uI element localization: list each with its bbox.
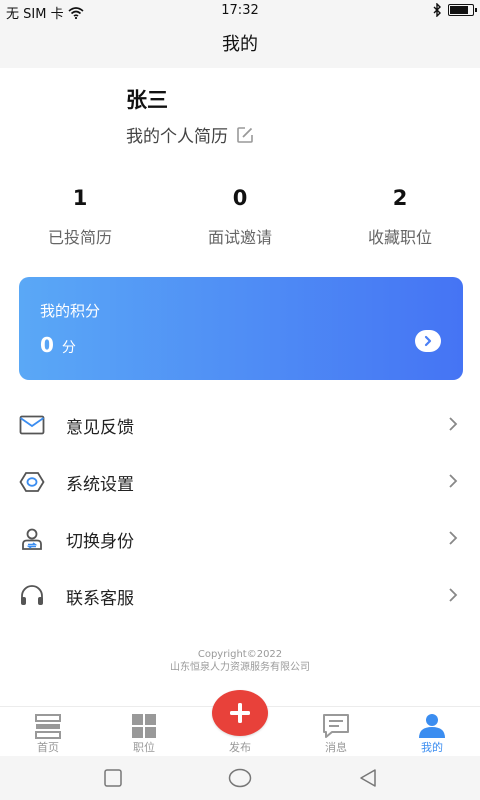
resume-label: 我的个人简历: [126, 127, 228, 147]
status-right: [433, 3, 477, 17]
stat-value: 0: [232, 186, 248, 210]
menu-item-switch-identity[interactable]: 切换身份: [0, 511, 480, 568]
stat-label: 面试邀请: [207, 228, 272, 247]
recent-apps-icon[interactable]: [103, 768, 123, 788]
tab-label: 消息: [325, 741, 347, 754]
menu-item-customer-service[interactable]: 联系客服: [0, 568, 480, 625]
user-name: 张三: [126, 88, 168, 112]
battery-icon: [448, 4, 477, 16]
stat-label: 收藏职位: [367, 228, 432, 247]
status-time: 17:32: [221, 3, 259, 18]
bluetooth-icon: [433, 3, 441, 17]
system-nav-bar: [0, 756, 480, 800]
user-icon: [419, 714, 445, 738]
chevron-right-icon: [449, 417, 458, 431]
menu-item-settings[interactable]: 系统设置: [0, 454, 480, 511]
status-bar: 无 SIM 卡 17:32: [0, 0, 480, 22]
menu-item-label: 联系客服: [66, 589, 134, 609]
edit-icon: [237, 126, 253, 143]
home-icon: [35, 714, 61, 739]
stat-value: 2: [392, 186, 408, 210]
stat-applied-resumes[interactable]: 1 已投简历: [0, 186, 160, 248]
chevron-right-icon: [449, 588, 458, 602]
page-title: 我的: [0, 22, 480, 68]
chevron-right-icon: [449, 531, 458, 545]
menu-item-label: 系统设置: [66, 475, 134, 495]
company-name: 山东恒泉人力资源服务有限公司: [170, 662, 310, 673]
tab-label: 职位: [133, 741, 155, 754]
settings-hex-icon: [18, 470, 46, 494]
chevron-right-icon: [449, 474, 458, 488]
stat-value: 1: [72, 186, 88, 210]
plus-icon: [230, 703, 250, 723]
resume-link[interactable]: 我的个人简历: [126, 122, 254, 147]
grid-icon: [132, 714, 156, 738]
battery-level: [450, 6, 468, 14]
points-value-row: 0 分: [40, 333, 76, 357]
tab-label: 首页: [37, 741, 59, 754]
chevron-right-circle-icon[interactable]: [415, 330, 441, 352]
mail-icon: [18, 413, 46, 437]
footer: Copyright©2022 山东恒泉人力资源服务有限公司: [0, 648, 480, 674]
tab-home[interactable]: 首页: [0, 707, 96, 757]
points-value: 0: [40, 333, 54, 357]
points-title: 我的积分: [40, 302, 101, 320]
menu-list: 意见反馈 系统设置 切换身份 联系客服: [0, 397, 480, 625]
stat-interview-invites[interactable]: 0 面试邀请: [160, 186, 320, 248]
home-button-icon[interactable]: [228, 768, 252, 788]
back-icon[interactable]: [358, 768, 378, 788]
stat-label: 已投简历: [47, 228, 112, 247]
menu-item-label: 切换身份: [66, 532, 134, 552]
stats-row: 1 已投简历 0 面试邀请 2 收藏职位: [0, 186, 480, 248]
menu-item-label: 意见反馈: [66, 418, 134, 438]
tab-messages[interactable]: 消息: [288, 707, 384, 757]
headset-icon: [18, 584, 46, 608]
points-unit: 分: [61, 340, 76, 356]
tab-jobs[interactable]: 职位: [96, 707, 192, 757]
publish-button[interactable]: [212, 690, 268, 736]
tab-label: 我的: [421, 741, 443, 754]
stat-saved-jobs[interactable]: 2 收藏职位: [320, 186, 480, 248]
tab-mine[interactable]: 我的: [384, 707, 480, 757]
points-card[interactable]: 我的积分 0 分: [19, 277, 463, 380]
user-switch-icon: [18, 527, 46, 551]
tab-label: 发布: [229, 741, 251, 754]
copyright-text: Copyright©2022: [197, 649, 283, 660]
menu-item-feedback[interactable]: 意见反馈: [0, 397, 480, 454]
message-icon: [323, 714, 349, 738]
